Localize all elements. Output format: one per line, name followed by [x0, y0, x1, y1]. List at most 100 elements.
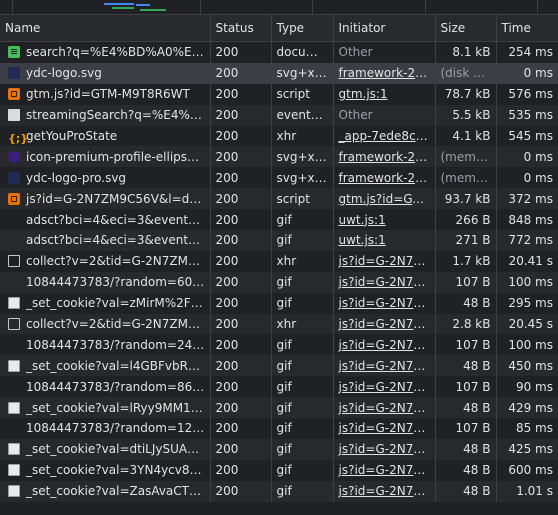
request-name[interactable]: _set_cookie?val=3YN4ycv8x... [26, 463, 208, 477]
request-name[interactable]: _set_cookie?val=l4GBFvbRSz... [26, 359, 209, 373]
request-name-cell[interactable]: 10844473783/?random=601... [0, 271, 211, 293]
initiator-cell[interactable]: js?id=G-2N7ZM9 [333, 292, 436, 314]
table-row[interactable]: gtm.js?id=GTM-M9T8R6WT 200 script gtm.js:1 7… [0, 83, 558, 105]
table-row[interactable]: ydc-logo-pro.svg 200 svg+xml framework-2f02… [0, 167, 558, 189]
request-name-cell[interactable]: _set_cookie?val=dtiLJySUA7h... [0, 438, 211, 460]
column-header-time[interactable]: Time [496, 15, 558, 42]
request-name[interactable]: search?q=%E4%BD%A0%E5... [26, 45, 209, 59]
initiator-cell[interactable]: _app-7ede8cf011 [333, 125, 436, 147]
request-name-cell[interactable]: 10844473783/?random=125... [0, 418, 211, 439]
request-name[interactable]: 10844473783/?random=125... [26, 421, 209, 435]
initiator-cell-text[interactable]: js?id=G-2N7ZM9 [339, 421, 435, 435]
initiator-cell[interactable]: js?id=G-2N7ZM9 [333, 313, 436, 335]
request-name[interactable]: js?id=G-2N7ZM9C56V&l=da... [26, 192, 208, 206]
request-name-cell[interactable]: collect?v=2&tid=G-2N7ZM9... [0, 313, 211, 335]
initiator-cell-text[interactable]: js?id=G-2N7ZM9 [339, 275, 435, 289]
table-row[interactable]: _set_cookie?val=dtiLJySUA7h... 200 gif js?i… [0, 438, 558, 460]
request-name-cell[interactable]: _set_cookie?val=3YN4ycv8x... [0, 459, 211, 481]
initiator-cell[interactable]: js?id=G-2N7ZM9 [333, 355, 436, 377]
initiator-cell-text[interactable]: js?id=G-2N7ZM9 [339, 401, 435, 415]
request-name[interactable]: _set_cookie?val=zMirM%2FB... [26, 296, 209, 310]
table-row[interactable]: adsct?bci=4&eci=3&event=... 200 gif uwt.js:… [0, 209, 558, 231]
table-row[interactable]: streamingSearch?q=%E4%B... 200 events... Ot… [0, 104, 558, 126]
initiator-cell[interactable]: gtm.js?id=GTM-M [333, 188, 436, 210]
request-name[interactable]: _set_cookie?val=dtiLJySUA7h... [26, 442, 209, 456]
request-name-cell[interactable]: 10844473783/?random=863... [0, 376, 211, 398]
request-name[interactable]: icon-premium-profile-ellipse... [26, 150, 206, 164]
table-row[interactable]: icon-premium-profile-ellipse... 200 svg+xm… [0, 146, 558, 168]
column-header-size[interactable]: Size [435, 15, 497, 42]
request-name-cell[interactable]: {;}getYouProState [0, 125, 211, 147]
initiator-cell[interactable]: gtm.js:1 [333, 83, 436, 105]
table-row[interactable]: 10844473783/?random=240... 200 gif js?id=G-… [0, 334, 558, 356]
table-row[interactable]: collect?v=2&tid=G-2N7ZM9... 200 xhr js?id=G… [0, 313, 558, 335]
initiator-cell-text[interactable]: framework-2f021 [339, 171, 435, 185]
initiator-cell-text[interactable]: js?id=G-2N7ZM9 [339, 463, 435, 477]
request-name[interactable]: 10844473783/?random=601... [26, 275, 209, 289]
column-header-initiator[interactable]: Initiator [333, 15, 436, 42]
initiator-cell-text[interactable]: _app-7ede8cf011 [339, 129, 435, 143]
initiator-cell[interactable]: js?id=G-2N7ZM9 [333, 459, 436, 481]
initiator-cell-text[interactable]: uwt.js:1 [339, 233, 386, 247]
initiator-cell[interactable]: js?id=G-2N7ZM9 [333, 334, 436, 356]
column-header-status[interactable]: Status [210, 15, 272, 42]
request-name[interactable]: collect?v=2&tid=G-2N7ZM9... [26, 254, 207, 268]
initiator-cell[interactable]: framework-2f021 [333, 146, 436, 168]
initiator-cell-text[interactable]: js?id=G-2N7ZM9 [339, 338, 435, 352]
request-name[interactable]: 10844473783/?random=240... [26, 338, 209, 352]
initiator-cell-text[interactable]: js?id=G-2N7ZM9 [339, 296, 435, 310]
request-name[interactable]: adsct?bci=4&eci=3&event=... [26, 233, 209, 247]
table-row[interactable]: ydc-logo.svg 200 svg+xml framework-2f021 (di… [0, 62, 558, 84]
table-row[interactable]: _set_cookie?val=l4GBFvbRSz... 200 gif js?id… [0, 355, 558, 377]
initiator-cell-text[interactable]: js?id=G-2N7ZM9 [339, 442, 435, 456]
table-row[interactable]: 10844473783/?random=601... 200 gif js?id=G-… [0, 271, 558, 293]
initiator-cell[interactable]: js?id=G-2N7ZM9 [333, 418, 436, 439]
initiator-cell[interactable]: js?id=G-2N7ZM9 [333, 376, 436, 398]
initiator-cell[interactable]: js?id=G-2N7ZM9 [333, 271, 436, 293]
request-name[interactable]: ydc-logo.svg [26, 66, 102, 80]
request-name-cell[interactable]: ydc-logo.svg [0, 62, 211, 84]
table-row[interactable]: adsct?bci=4&eci=3&event=... 200 gif uwt.js:… [0, 230, 558, 251]
table-row[interactable]: _set_cookie?val=ZasAvaCT1T... 200 gif js?id… [0, 480, 558, 502]
initiator-cell[interactable]: uwt.js:1 [333, 209, 436, 231]
initiator-cell[interactable]: js?id=G-2N7ZM9 [333, 438, 436, 460]
request-name[interactable]: _set_cookie?val=lRyy9MM1N... [26, 401, 209, 415]
initiator-cell[interactable]: js?id=G-2N7ZM9 [333, 250, 436, 272]
initiator-cell-text[interactable]: js?id=G-2N7ZM9 [339, 317, 435, 331]
request-name-cell[interactable]: js?id=G-2N7ZM9C56V&l=da... [0, 188, 211, 210]
request-name[interactable]: adsct?bci=4&eci=3&event=... [26, 213, 209, 227]
initiator-cell[interactable]: js?id=G-2N7ZM9 [333, 480, 436, 502]
initiator-cell-text[interactable]: framework-2f021 [339, 150, 435, 164]
request-name-cell[interactable]: streamingSearch?q=%E4%B... [0, 104, 211, 126]
table-row[interactable]: 10844473783/?random=863... 200 gif js?id=G-… [0, 376, 558, 398]
column-header-type[interactable]: Type [271, 15, 334, 42]
request-name-cell[interactable]: collect?v=2&tid=G-2N7ZM9... [0, 250, 211, 272]
initiator-cell-text[interactable]: js?id=G-2N7ZM9 [339, 380, 435, 394]
initiator-cell-text[interactable]: framework-2f021 [339, 66, 435, 80]
table-row[interactable]: _set_cookie?val=zMirM%2FB... 200 gif js?id=… [0, 292, 558, 314]
initiator-cell-text[interactable]: js?id=G-2N7ZM9 [339, 484, 435, 498]
request-name-cell[interactable]: _set_cookie?val=lRyy9MM1N... [0, 397, 211, 419]
table-row[interactable]: {;}getYouProState 200 xhr _app-7ede8cf011 4.… [0, 125, 558, 147]
initiator-cell-text[interactable]: js?id=G-2N7ZM9 [339, 359, 435, 373]
initiator-cell-text[interactable]: js?id=G-2N7ZM9 [339, 254, 435, 268]
request-name[interactable]: _set_cookie?val=ZasAvaCT1T... [26, 484, 209, 498]
table-row[interactable]: search?q=%E4%BD%A0%E5... 200 docum... Other… [0, 41, 558, 63]
request-name-cell[interactable]: _set_cookie?val=zMirM%2FB... [0, 292, 211, 314]
request-name-cell[interactable]: adsct?bci=4&eci=3&event=... [0, 209, 211, 231]
column-header-name[interactable]: Name [0, 15, 211, 42]
request-name[interactable]: gtm.js?id=GTM-M9T8R6WT [26, 87, 190, 101]
table-row[interactable]: _set_cookie?val=3YN4ycv8x... 200 gif js?id=… [0, 459, 558, 481]
request-name[interactable]: 10844473783/?random=863... [26, 380, 209, 394]
initiator-cell[interactable]: framework-2f021 [333, 167, 436, 189]
initiator-cell-text[interactable]: uwt.js:1 [339, 213, 386, 227]
table-row[interactable]: collect?v=2&tid=G-2N7ZM9... 200 xhr js?id=G… [0, 250, 558, 272]
request-name-cell[interactable]: ydc-logo-pro.svg [0, 167, 211, 189]
table-row[interactable]: 10844473783/?random=125... 200 gif js?id=G-… [0, 418, 558, 439]
initiator-cell-text[interactable]: gtm.js?id=GTM-M [339, 192, 435, 206]
initiator-cell[interactable]: js?id=G-2N7ZM9 [333, 397, 436, 419]
request-name[interactable]: ydc-logo-pro.svg [26, 171, 126, 185]
initiator-cell-text[interactable]: gtm.js:1 [339, 87, 388, 101]
initiator-cell[interactable]: framework-2f021 [333, 62, 436, 84]
request-name-cell[interactable]: _set_cookie?val=ZasAvaCT1T... [0, 480, 211, 502]
